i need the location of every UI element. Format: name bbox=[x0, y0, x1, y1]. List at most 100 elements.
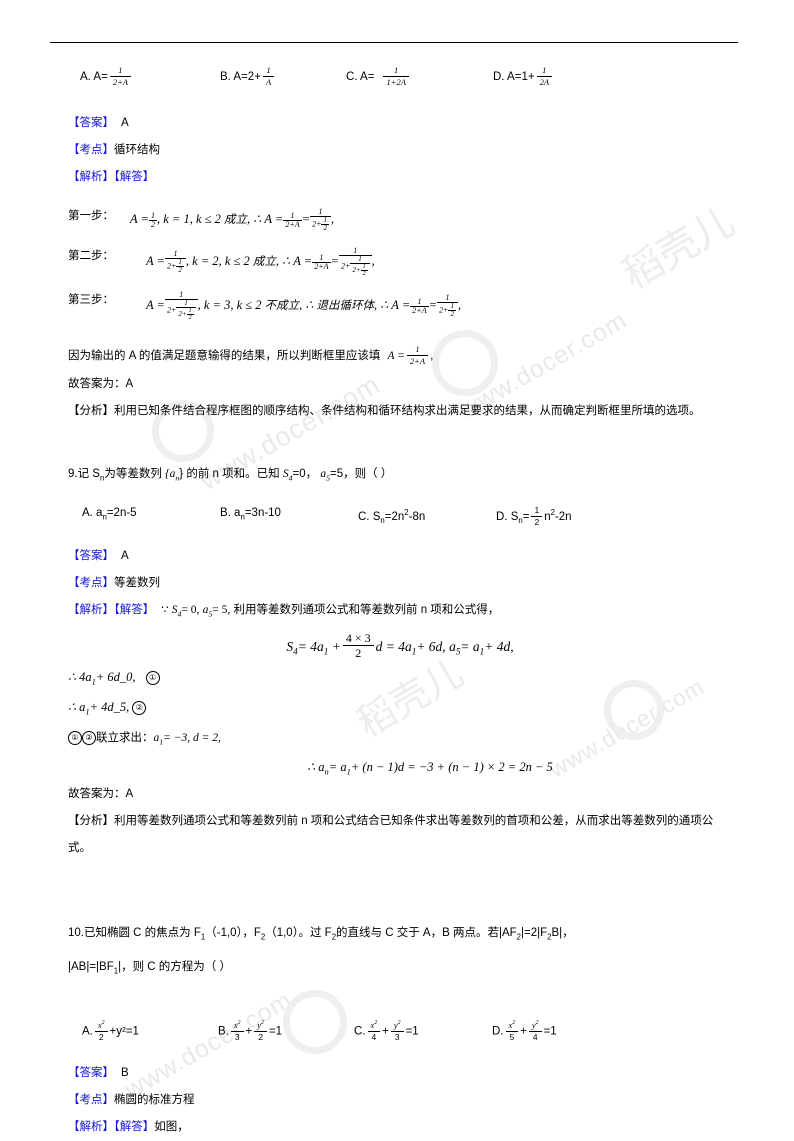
q8-step2-then: , ∴ A = bbox=[275, 254, 313, 269]
q8-analysis-text: 利用已知条件结合程序框图的顺序结构、条件结构和循环结构求出满足要求的结果，从而确… bbox=[114, 405, 701, 417]
q10-option-d-num2: y2 bbox=[528, 1020, 542, 1032]
q9-final-answer-value: A bbox=[125, 787, 134, 800]
q9-option-b: B. an=3n-10 bbox=[220, 503, 281, 527]
q9-options-row: A. an=2n-5 B. an=3n-10 C. Sn=2n2-8n D. S… bbox=[68, 503, 732, 543]
q10-stem2-a: |AB|=|BF bbox=[68, 960, 114, 973]
q9-line2-rest: + 4d_5, bbox=[89, 700, 130, 715]
q10-keypoint-label: 【考点】 bbox=[68, 1094, 114, 1107]
q8-step1-k: , k = 1, k ≤ 2 bbox=[156, 212, 221, 227]
q8-step2-inner-3: 12 bbox=[360, 264, 368, 278]
q8-step-1-body: A = 1 2, k = 1, k ≤ 2 成立, ∴ A = 1 2+A = 1 2+ 1 2, bbox=[130, 207, 335, 233]
q8-final-answer-value: A bbox=[125, 378, 134, 390]
q8-step3-nothold: 不成立 bbox=[264, 300, 300, 313]
q10-keypoint-value: 椭圆的标准方程 bbox=[114, 1094, 195, 1107]
q8-step-3-label: 第三步： bbox=[68, 294, 114, 306]
analysis-block-label: 【分析】 bbox=[68, 405, 114, 417]
q10-option-c-num2-sup: 2 bbox=[397, 1020, 401, 1027]
q9-disp-frac-num: 4 × 3 bbox=[342, 631, 374, 647]
q8-conclusion-tail: , bbox=[430, 350, 434, 362]
q10-option-a: A. x2 2 +y²=1 bbox=[82, 1020, 139, 1042]
q9-stem-s4-val: =0， bbox=[292, 468, 318, 480]
q10-answer-value: B bbox=[121, 1067, 129, 1080]
q8-step-3-row: 第三步： A = 1 2+ 1 2+ 1 2, k = 3, k ≤ 2 不成立, ∴ 退出… bbox=[68, 285, 732, 331]
q8-step3-lhs-inner-3: 12 bbox=[186, 308, 194, 322]
q8-options-row: A. A= 1 2+A B. A=2+ 1 A C. A= 1 1+2A D. A=1+ 1 2… bbox=[68, 66, 732, 110]
q10-option-c-num2: y2 bbox=[390, 1020, 404, 1032]
q10-option-d-fraction-1: x2 5 bbox=[505, 1020, 519, 1042]
q10-answer-label: 【答案】 bbox=[68, 1067, 114, 1080]
q9-lead-a5-val: = 5, bbox=[212, 604, 231, 617]
q8-option-a: A. A= 1 2+A bbox=[80, 66, 133, 87]
q9-option-a: A. an=2n-5 bbox=[82, 503, 137, 527]
q8-step2-frac-nested: 1 2+ 1 2+ 1 2 bbox=[338, 246, 372, 278]
q8-step2-a-eq: A = bbox=[146, 254, 165, 269]
q8-step1-tail: , bbox=[330, 212, 335, 227]
q8-step2-frac-lhs: 1 2+ 1 2 bbox=[164, 249, 186, 274]
q9-option-d-denominator: 2 bbox=[534, 517, 540, 528]
q8-option-d-fraction: 1 2A bbox=[536, 66, 553, 87]
q8-step3-then: , ∴ A = bbox=[373, 298, 411, 313]
q10-option-c: C. x2 4 + y2 3 =1 bbox=[354, 1020, 419, 1042]
q9-line3-circled-2: ② bbox=[82, 730, 96, 745]
q8-option-a-prefix: A. A= bbox=[80, 70, 108, 83]
q9-lead-s4-val: = 0, bbox=[181, 604, 200, 617]
q8-step3-inner: 12 bbox=[448, 302, 456, 319]
q9-disp-plus: + bbox=[331, 638, 341, 654]
q8-step-2-row: 第二步： A = 1 2+ 1 2, k = 2, k ≤ 2 成立, ∴ A = 1 2+… bbox=[68, 241, 732, 285]
q10-option-b-num1: x2 bbox=[230, 1020, 244, 1032]
q9-stem-a5-val: =5，则（ ） bbox=[329, 468, 393, 480]
q9-therefore-answer-label: 故答案为： bbox=[68, 787, 126, 800]
q9-display-equation-2: ∴ an= a1+ (n − 1)d = −3 + (n − 1) × 2 = … bbox=[68, 755, 732, 781]
q9-eq-line-1: ∴ 4a1+ 6d_0, ① bbox=[68, 664, 732, 695]
q8-conclusion-lhs: A = bbox=[387, 350, 405, 362]
q10-option-c-num1: x2 bbox=[367, 1020, 381, 1032]
q9-final-answer-line: 故答案为：A bbox=[68, 781, 732, 808]
q10-option-a-fraction: x2 2 bbox=[94, 1020, 108, 1042]
q9-solution-label: 【解答】 bbox=[114, 604, 155, 617]
therefore-answer-label: 故答案为： bbox=[68, 378, 126, 390]
q9-line3-cjk: 联立求出： bbox=[96, 731, 154, 744]
q9-option-b-prefix: B. a bbox=[220, 507, 241, 520]
q8-step3-a-eq: A = bbox=[146, 298, 165, 313]
q8-conclusion-text: 因为输出的 A 的值满足题意输得的结果，所以判断框里应该填 bbox=[68, 350, 381, 362]
q10-option-d-num2-sup: 2 bbox=[535, 1020, 539, 1027]
q10-option-d-fraction-2: y2 4 bbox=[528, 1020, 542, 1042]
q9-line1-rest: + 6d_0, bbox=[95, 669, 136, 684]
q9-line3-circled-1: ① bbox=[68, 730, 82, 745]
q9-analysis-block-label: 【分析】 bbox=[68, 814, 114, 827]
q10-stem-line-1: 10.已知椭圆 C 的焦点为 F1（-1,0），F2（1,0）。过 F2的直线与… bbox=[68, 918, 732, 952]
q9-line1-expr: 4a bbox=[79, 669, 92, 684]
q8-step2-tail: , bbox=[371, 254, 375, 269]
q8-step3-eqsign: = bbox=[428, 298, 438, 313]
q8-step3-exit: 退出循环体 bbox=[316, 300, 374, 313]
q10-option-b-den1: 3 bbox=[234, 1031, 240, 1042]
q9-option-b-rest: =3n-10 bbox=[244, 507, 281, 520]
q8-step1-eqsign: = bbox=[301, 212, 311, 227]
document-content: A. A= 1 2+A B. A=2+ 1 A C. A= 1 1+2A D. A=1+ 1 2… bbox=[68, 66, 732, 1141]
q8-step1-inner-frac: 12 bbox=[321, 216, 329, 233]
q10-option-c-tail: =1 bbox=[405, 1025, 419, 1038]
q9-line1-therefore: ∴ bbox=[68, 669, 76, 684]
q8-step3-frac-lhs: 1 2+ 1 2+ 1 2 bbox=[164, 290, 198, 322]
q8-option-a-fraction: 1 2+A bbox=[109, 66, 131, 87]
q8-option-c-numerator: 1 bbox=[383, 66, 409, 77]
q9-option-c-prefix: C. S bbox=[358, 511, 381, 524]
q10-option-c-fraction-2: y2 3 bbox=[390, 1020, 404, 1042]
q10-option-c-fraction-1: x2 4 bbox=[367, 1020, 381, 1042]
q10-solution-line: 【解析】【解答】如图， bbox=[68, 1114, 732, 1141]
q9-answer-line: 【答案】 A bbox=[68, 543, 732, 570]
q9-option-d-prefix: D. S bbox=[496, 511, 519, 524]
q8-option-c-denominator: 1+2A bbox=[386, 76, 406, 87]
q9-answer-value: A bbox=[121, 550, 129, 563]
q8-conclusion-line: 因为输出的 A 的值满足题意输得的结果，所以判断框里应该填 A = 1 2+A, bbox=[68, 341, 732, 371]
q9-keypoint-line: 【考点】等差数列 bbox=[68, 570, 732, 597]
q10-option-c-plus: + bbox=[382, 1025, 389, 1038]
q10-option-d-num1: x2 bbox=[505, 1020, 519, 1032]
q10-option-a-den: 2 bbox=[98, 1031, 104, 1042]
q8-step3-frac-2plusA: 1 2+A bbox=[410, 296, 429, 315]
q10-option-b-num1-sup: 2 bbox=[237, 1020, 241, 1027]
q10-option-b-fraction-2: y2 2 bbox=[254, 1020, 267, 1042]
q8-conclusion-denominator: 2+A bbox=[409, 356, 426, 367]
q8-option-b: B. A=2+ 1 A bbox=[220, 66, 276, 87]
q9-stem-part2: 为等差数列 bbox=[104, 468, 162, 480]
